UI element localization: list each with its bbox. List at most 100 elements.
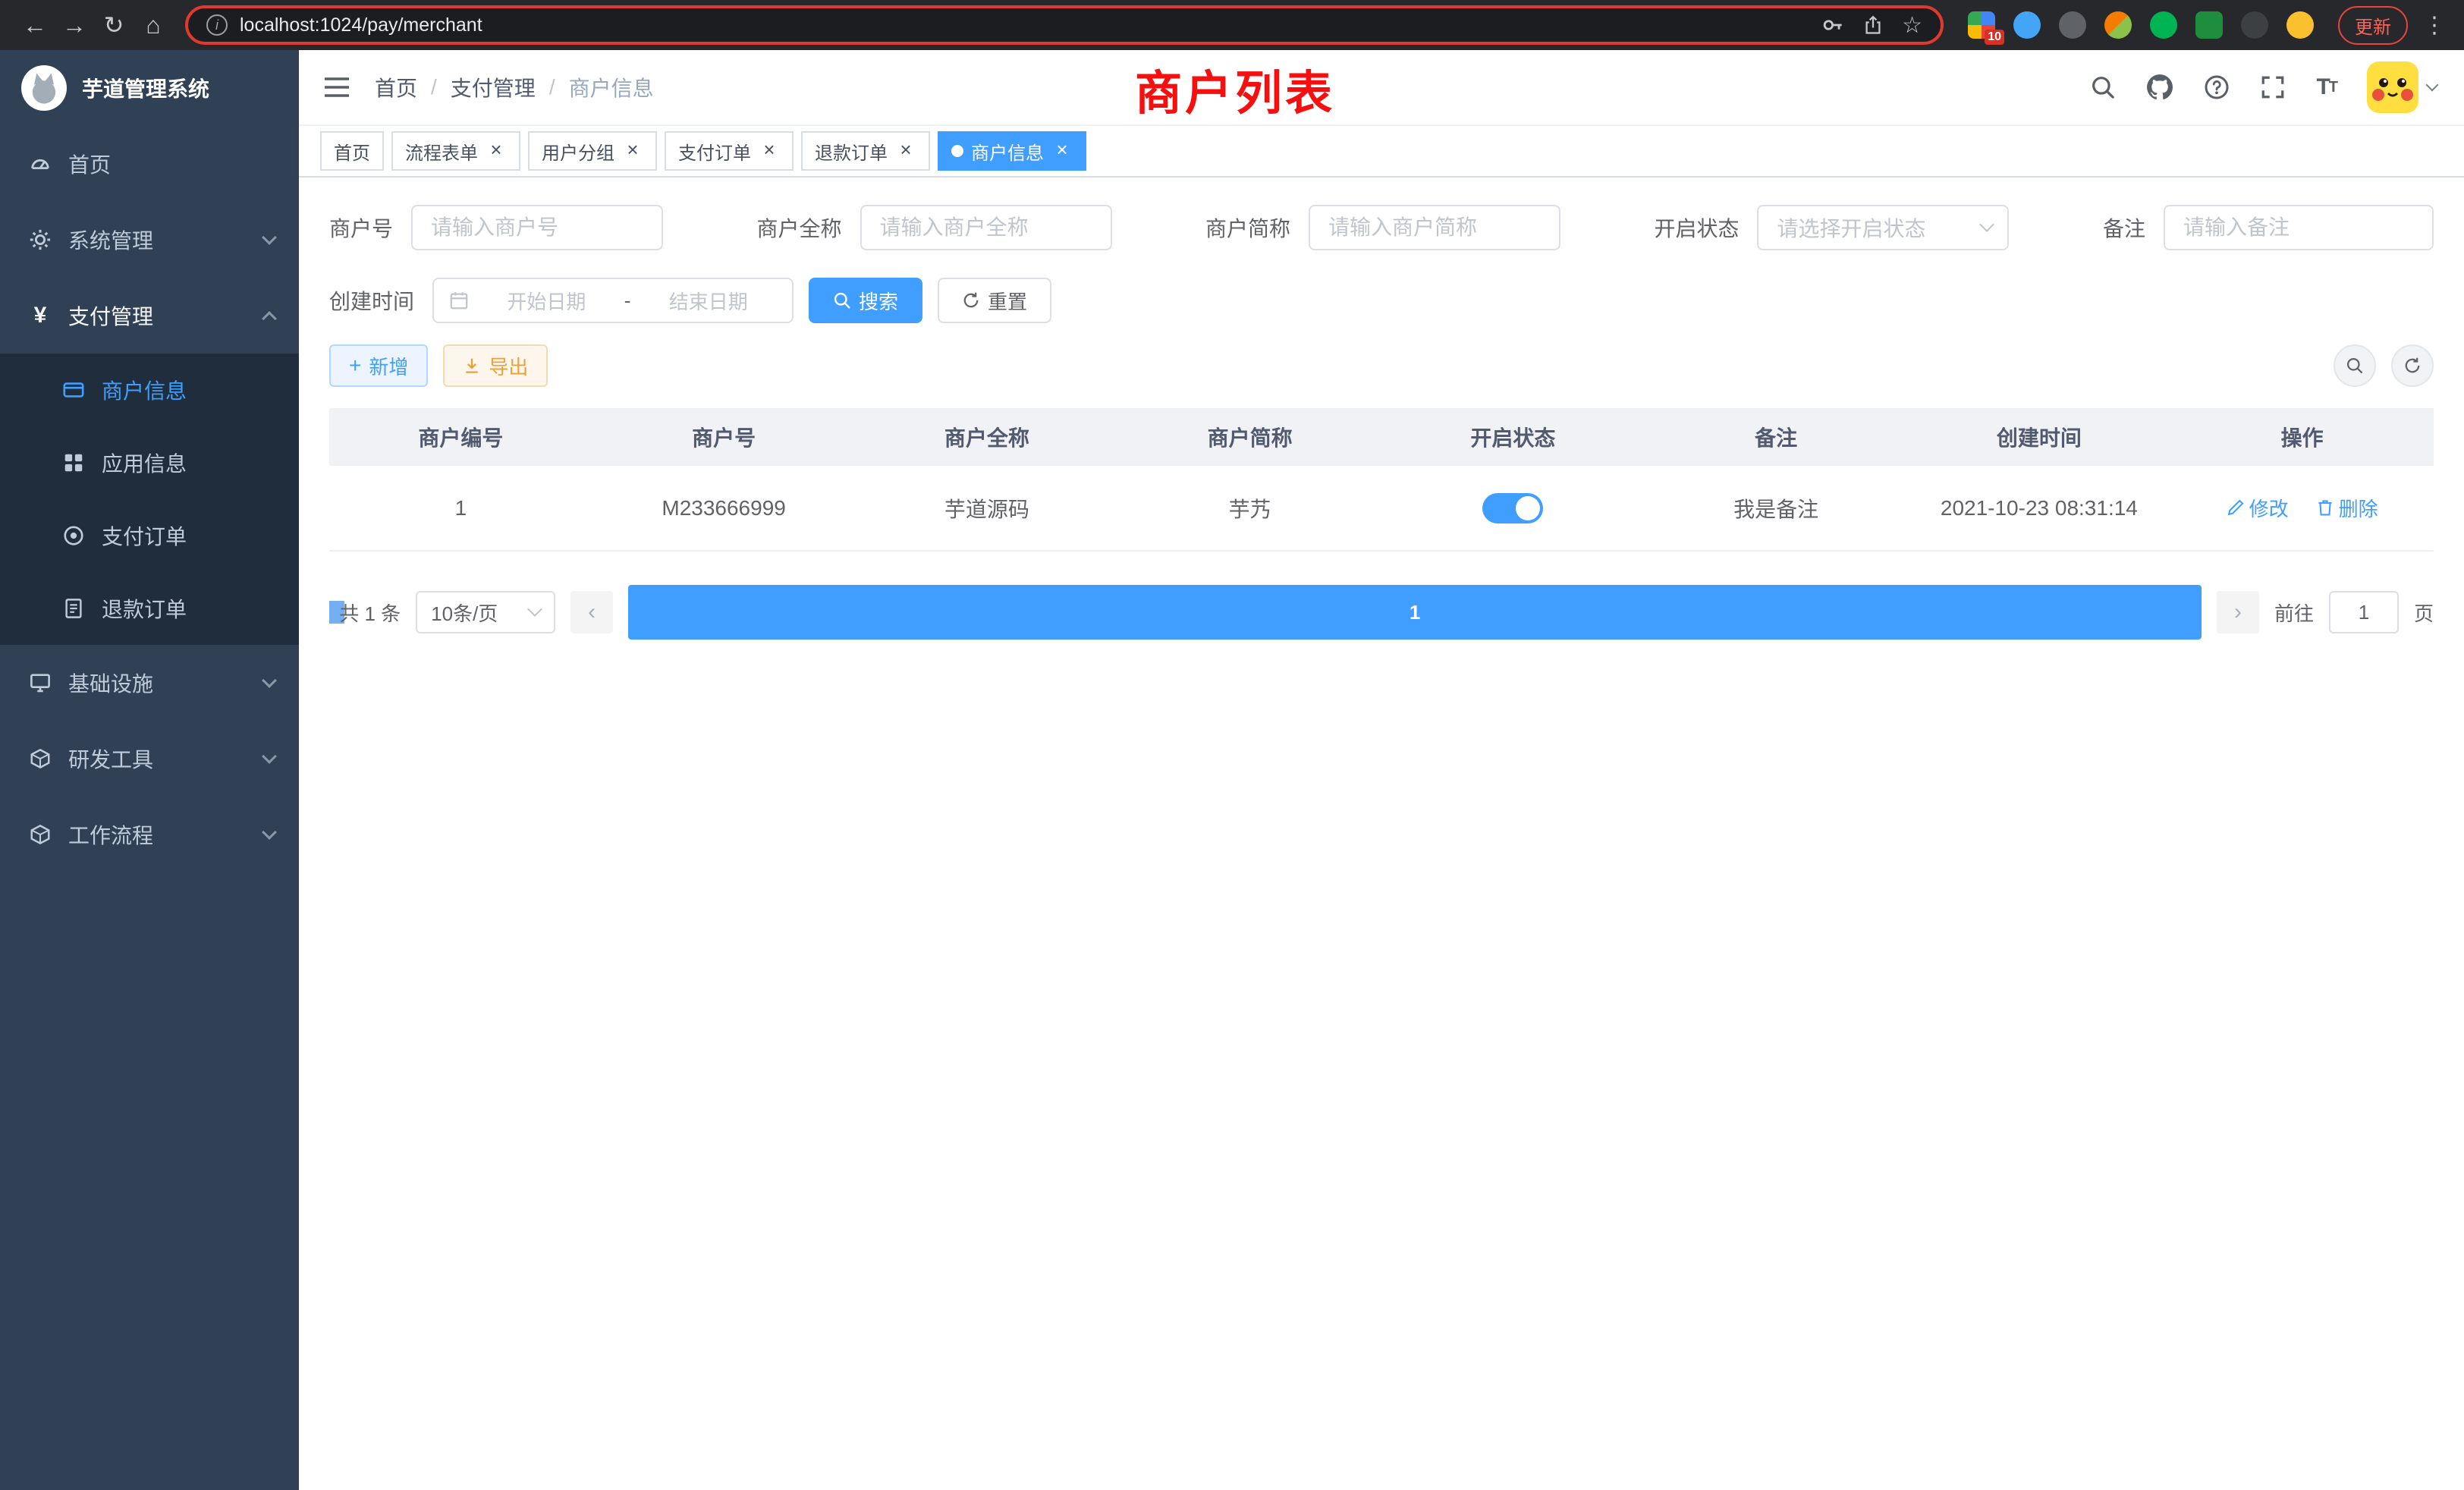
tab-home[interactable]: 首页: [320, 131, 384, 171]
delete-link[interactable]: 删除: [2316, 494, 2378, 522]
font-size-icon[interactable]: TT: [2316, 74, 2337, 100]
sidebar-item-payment[interactable]: ¥ 支付管理: [0, 278, 299, 354]
password-key-icon[interactable]: [1821, 14, 1844, 36]
merchant-table: 商户编号 商户号 商户全称 商户简称 开启状态 备注 创建时间 操作 1: [329, 408, 2434, 552]
col-header: 商户简称: [1118, 408, 1381, 466]
search-icon[interactable]: [2090, 74, 2116, 100]
pagination: 共 1 条 10条/页 ‹ 1 › 前往 页: [329, 585, 2434, 640]
cell-status: [1381, 466, 1645, 551]
close-icon[interactable]: ×: [895, 140, 916, 162]
close-icon[interactable]: ×: [1051, 140, 1073, 162]
edit-link[interactable]: 修改: [2227, 494, 2289, 522]
home-button[interactable]: ⌂: [134, 11, 173, 39]
tab-user-group[interactable]: 用户分组 ×: [528, 131, 657, 171]
prev-page-button[interactable]: ‹: [570, 591, 613, 633]
sidebar-item-pay-orders[interactable]: 支付订单: [0, 499, 299, 572]
card-icon: [61, 379, 86, 401]
sidebar-item-label: 研发工具: [68, 743, 153, 774]
sidebar-item-label: 系统管理: [68, 225, 153, 255]
cell-merchant-id: 1: [329, 466, 592, 551]
sidebar-item-dev-tools[interactable]: 研发工具: [0, 721, 299, 797]
export-button[interactable]: 导出: [443, 344, 548, 387]
next-page-button[interactable]: ›: [2217, 591, 2259, 633]
goto-prefix: 前往: [2274, 599, 2314, 627]
reset-button[interactable]: 重置: [938, 278, 1051, 323]
sidebar-item-label: 支付管理: [68, 300, 153, 331]
sidebar-item-merchant-info[interactable]: 商户信息: [0, 354, 299, 426]
close-icon[interactable]: ×: [759, 140, 780, 162]
update-button[interactable]: 更新: [2338, 6, 2408, 45]
help-icon[interactable]: [2204, 74, 2230, 100]
col-header: 操作: [2170, 408, 2434, 466]
hamburger-icon[interactable]: [323, 77, 350, 98]
user-menu[interactable]: [2367, 61, 2437, 113]
content-column: 首页 / 支付管理 / 商户信息: [299, 50, 2464, 1490]
tab-refund-orders[interactable]: 退款订单 ×: [801, 131, 930, 171]
extension-icon[interactable]: 10: [1968, 11, 1995, 39]
extension-icon[interactable]: [2013, 11, 2041, 39]
search-button[interactable]: 搜索: [809, 278, 922, 323]
extension-icon[interactable]: [2241, 11, 2268, 39]
tab-label: 支付订单: [678, 138, 751, 165]
chevron-down-icon: [262, 673, 277, 688]
tab-label: 首页: [334, 138, 370, 165]
merchant-list-page: 商户号 商户全称 商户简称 开启状态 请选择开启状态: [299, 178, 2464, 1490]
sidebar-item-app-info[interactable]: 应用信息: [0, 426, 299, 499]
sidebar-item-system[interactable]: 系统管理: [0, 202, 299, 278]
info-icon[interactable]: i: [206, 14, 228, 36]
sidebar-item-workflow[interactable]: 工作流程: [0, 797, 299, 872]
url-text: localhost:1024/pay/merchant: [240, 14, 1809, 36]
user-avatar: [2367, 61, 2418, 113]
browser-chrome: ← → ↻ ⌂ i localhost:1024/pay/merchant ☆ …: [0, 0, 2464, 50]
forward-button[interactable]: →: [55, 11, 94, 39]
red-annotation-text: 商户列表: [1135, 55, 1335, 123]
share-icon[interactable]: [1862, 14, 1884, 36]
reload-button[interactable]: ↻: [94, 11, 134, 39]
sidebar-item-label: 工作流程: [68, 819, 153, 850]
goto-page-input[interactable]: [2329, 591, 2399, 633]
sidebar-item-refund-orders[interactable]: 退款订单: [0, 572, 299, 645]
breadcrumb-payment[interactable]: 支付管理: [451, 72, 536, 102]
merchant-shortname-input[interactable]: [1309, 205, 1560, 250]
extension-icon[interactable]: [2150, 11, 2177, 39]
refresh-button[interactable]: [2391, 344, 2434, 387]
url-bar[interactable]: i localhost:1024/pay/merchant ☆: [185, 5, 1944, 45]
browser-menu-icon[interactable]: ⋮: [2423, 12, 2446, 39]
cell-actions: 修改 删除: [2170, 466, 2434, 551]
app-logo[interactable]: 芋道管理系统: [0, 50, 299, 126]
search-form-row-2: 创建时间 开始日期 - 结束日期 搜索: [329, 278, 2434, 323]
status-toggle[interactable]: [1482, 493, 1543, 523]
extension-icon[interactable]: [2195, 11, 2223, 39]
extension-icon[interactable]: [2059, 11, 2086, 39]
extension-icon[interactable]: [2104, 11, 2132, 39]
back-button[interactable]: ←: [15, 11, 55, 39]
tab-process-form[interactable]: 流程表单 ×: [391, 131, 520, 171]
page-number-button[interactable]: 1: [628, 585, 2202, 640]
field-label: 商户简称: [1205, 212, 1290, 243]
breadcrumb-home[interactable]: 首页: [375, 72, 417, 102]
col-header: 商户编号: [329, 408, 592, 466]
github-icon[interactable]: [2146, 74, 2173, 101]
main-area: 芋道管理系统 首页 系统管理 ¥: [0, 50, 2464, 1490]
toggle-search-button[interactable]: [2334, 344, 2376, 387]
close-icon[interactable]: ×: [486, 140, 507, 162]
fullscreen-icon[interactable]: [2260, 74, 2286, 100]
tags-view-bar: 首页 流程表单 × 用户分组 × 支付订单 × 退款订单 ×: [299, 126, 2464, 178]
sidebar-item-infrastructure[interactable]: 基础设施: [0, 645, 299, 721]
remark-input[interactable]: [2164, 205, 2434, 250]
tab-merchant-info[interactable]: 商户信息 ×: [938, 131, 1086, 171]
merchant-fullname-input[interactable]: [860, 205, 1112, 250]
merchant-no-input[interactable]: [411, 205, 663, 250]
status-select[interactable]: 请选择开启状态: [1757, 205, 2009, 250]
tab-pay-orders[interactable]: 支付订单 ×: [665, 131, 794, 171]
chevron-down-icon: [262, 749, 277, 764]
bookmark-star-icon[interactable]: ☆: [1902, 12, 1922, 39]
add-button[interactable]: + 新增: [329, 344, 428, 387]
close-icon[interactable]: ×: [622, 140, 643, 162]
target-icon: [61, 524, 86, 547]
field-label: 创建时间: [329, 285, 414, 316]
sidebar-item-home[interactable]: 首页: [0, 126, 299, 202]
page-size-select[interactable]: 10条/页: [416, 591, 555, 633]
profile-avatar-icon[interactable]: [2286, 11, 2314, 39]
create-time-range-picker[interactable]: 开始日期 - 结束日期: [432, 278, 794, 323]
